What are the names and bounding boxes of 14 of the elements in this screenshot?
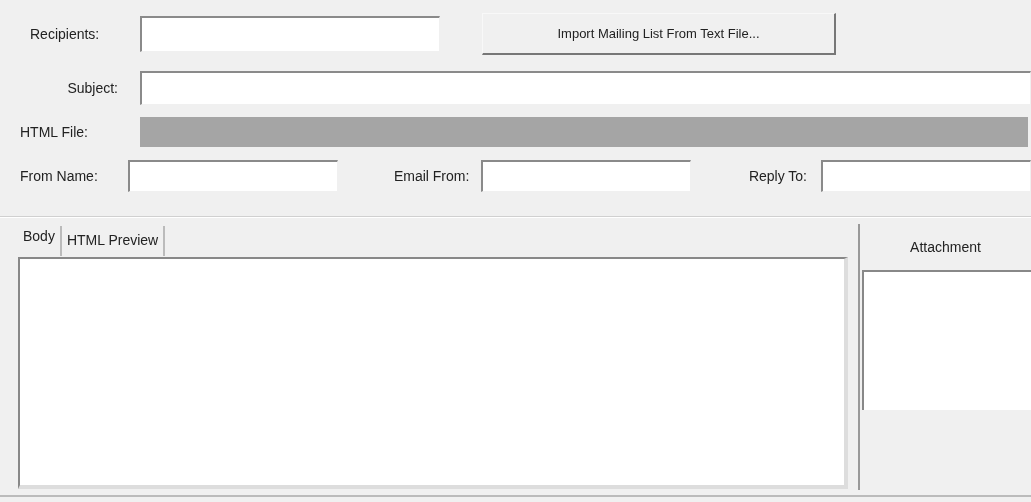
field-label: Reply To: (748, 166, 807, 186)
from-name-field[interactable] (128, 160, 339, 192)
email-from-field[interactable] (481, 160, 692, 192)
field-label: Email From: (393, 166, 470, 186)
field-label: Recipients: (30, 24, 101, 44)
attachment-header: Attachment (909, 237, 982, 257)
recipients-field[interactable] (140, 16, 440, 52)
field-label: HTML File: (20, 122, 89, 142)
reply-to-field[interactable] (821, 160, 1031, 192)
subject-field[interactable] (140, 71, 1031, 105)
attachment-list[interactable] (862, 270, 1031, 410)
field-label: From Name: (20, 166, 99, 186)
import-button[interactable]: Import Mailing List From Text File... (482, 13, 836, 55)
field-label: Subject: (67, 78, 118, 98)
